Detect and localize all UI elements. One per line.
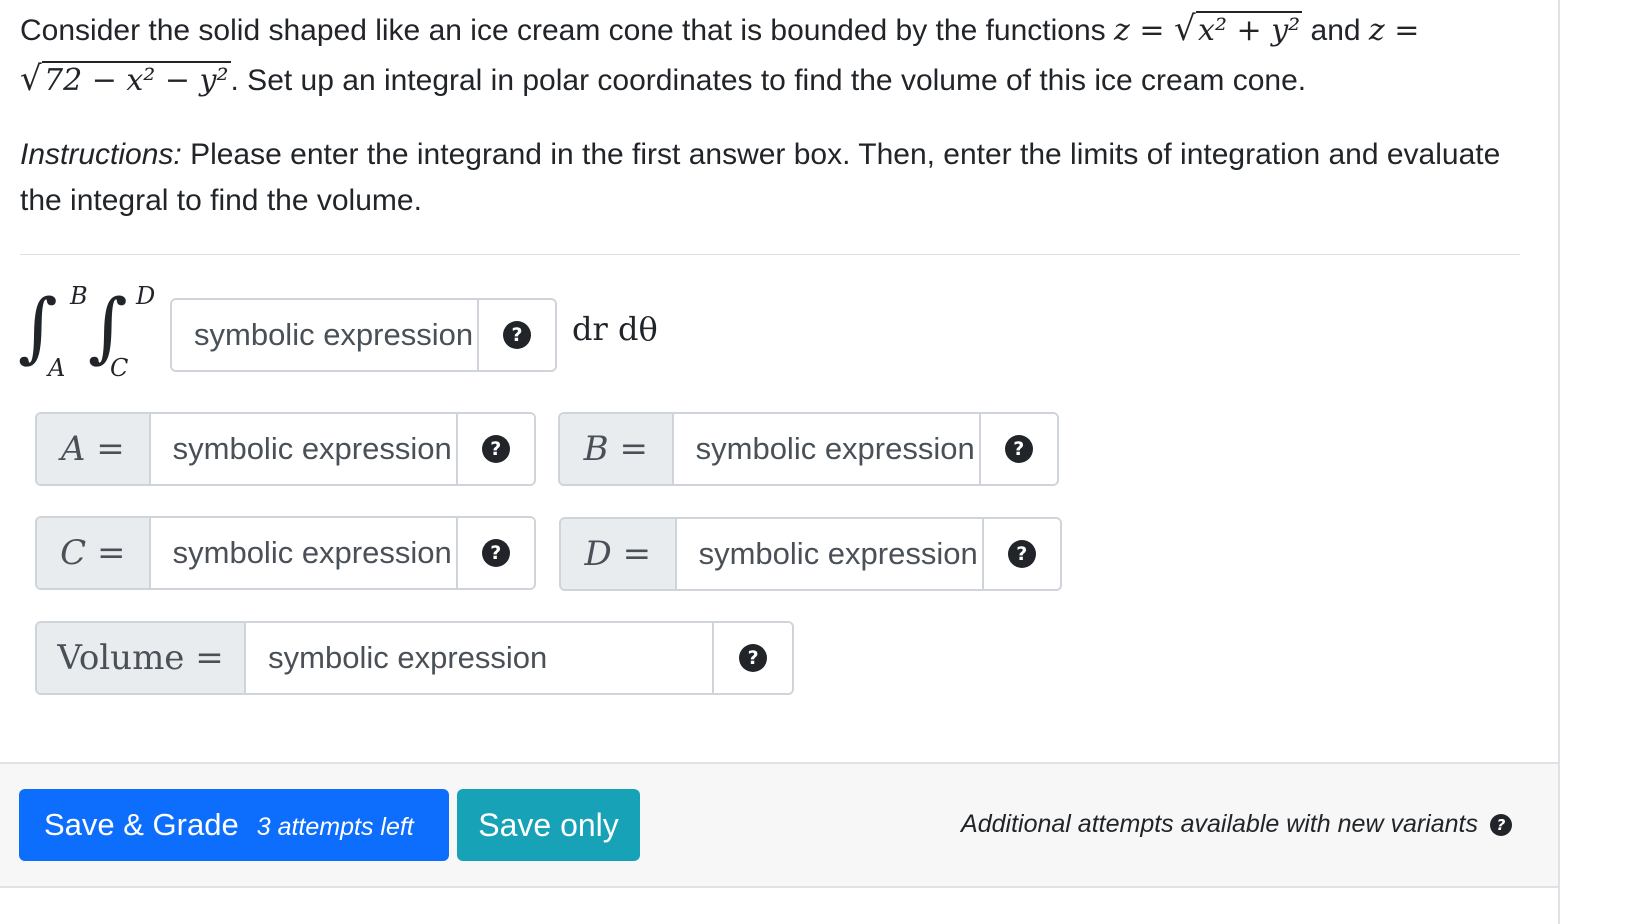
c-label: C = [37,518,151,588]
volume-input[interactable] [246,623,713,693]
question-card: Consider the solid shaped like an ice cr… [0,0,1560,924]
volume-label: Volume = [37,623,247,693]
double-integral-symbol: ∫ B A ∫ D C [18,282,156,382]
a-input[interactable] [150,414,456,484]
question-icon[interactable]: ? [1490,813,1512,836]
question-footer: Save & Grade 3 attempts left Save only Ad… [0,762,1558,888]
attempts-left: 3 attempts left [256,813,414,841]
problem-statement: Consider the solid shaped like an ice cr… [20,6,1520,224]
save-only-button[interactable]: Save only [457,789,640,861]
instructions: Instructions: Please enter the integrand… [20,138,1501,217]
d-label: D = [561,519,677,589]
b-help-button[interactable]: ? [978,414,1057,484]
question-icon: ? [481,435,510,463]
c-input[interactable] [150,518,456,588]
c-input-group: C = ? [35,516,536,590]
b-input-group: B = ? [558,412,1059,486]
d-input-group: D = ? [559,517,1062,591]
a-input-group: A = ? [35,412,536,486]
question-icon: ? [739,644,768,672]
b-input[interactable] [673,414,979,484]
integrand-input[interactable] [172,300,477,370]
divider [20,254,1520,255]
integrand-help-button[interactable]: ? [477,300,555,370]
question-icon: ? [503,321,531,349]
differential: dr dθ [572,310,658,348]
c-help-button[interactable]: ? [455,518,534,588]
a-help-button[interactable]: ? [455,414,534,484]
equation-cone: z = √ x² + y² [1114,9,1303,49]
question-icon: ? [1004,435,1033,463]
problem-text: Consider the solid shaped like an ice cr… [20,9,1420,99]
d-input[interactable] [676,519,982,589]
save-and-grade-button[interactable]: Save & Grade 3 attempts left [19,789,449,861]
d-help-button[interactable]: ? [981,519,1060,589]
b-label: B = [560,414,674,484]
additional-attempts-note: Additional attempts available with new v… [961,810,1512,839]
volume-help-button[interactable]: ? [712,623,792,693]
question-icon: ? [481,539,510,567]
question-icon: ? [1007,540,1036,568]
a-label: A = [37,414,151,484]
volume-input-group: Volume = ? [35,621,794,695]
integrand-input-group: ? [170,298,557,372]
